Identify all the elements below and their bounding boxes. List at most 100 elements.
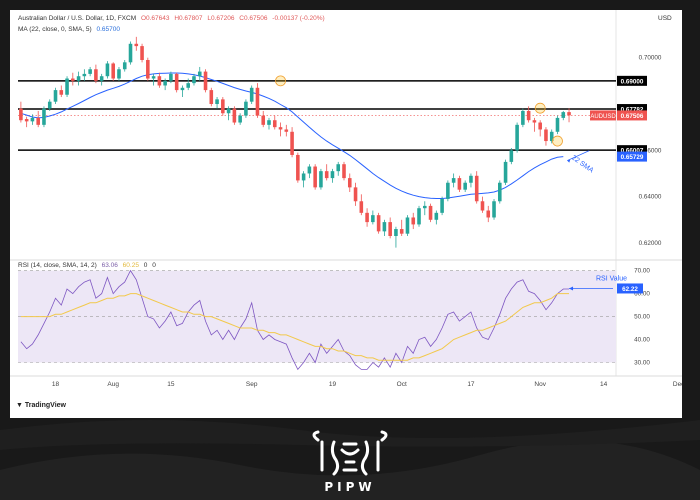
candle-body: [463, 182, 467, 190]
rsi-legend: RSI (14, close, SMA, 14, 2) 63.06 60.25 …: [18, 262, 159, 269]
candle-body: [538, 122, 542, 130]
highlight-circle-2: [552, 135, 563, 147]
candle-body: [94, 69, 98, 81]
candle-body: [174, 73, 179, 91]
price-tick-label-2: 0.64000: [639, 194, 662, 201]
rsi-header-value: 63.06: [101, 262, 118, 269]
candle-body: [330, 171, 335, 179]
candle-body: [492, 201, 496, 218]
candle-body: [296, 154, 300, 181]
candle-body: [319, 171, 323, 188]
candle-body: [203, 71, 208, 91]
candle-body: [24, 119, 29, 122]
x-tick-label-0: 18: [52, 381, 60, 388]
candle-body: [503, 161, 508, 183]
candle-body: [336, 164, 341, 172]
candle-body: [122, 62, 127, 70]
close-value: C0.67506: [239, 15, 268, 22]
candle-body: [111, 63, 115, 79]
candle-body: [261, 115, 266, 125]
candle-body: [324, 171, 329, 179]
candle-body: [428, 205, 433, 220]
rsi-extra-1: 0: [143, 262, 148, 269]
ma-label: MA (22, close, 0, SMA, 5): [18, 26, 92, 33]
rsi-tick-label-2: 50.00: [634, 314, 650, 321]
candle-body: [365, 212, 369, 223]
candle-body: [342, 164, 346, 179]
price-label: 0.67506: [621, 113, 644, 120]
candle-body: [290, 131, 294, 155]
rsi-label: 62.22: [622, 286, 638, 293]
candle-body: [278, 127, 283, 130]
candle-body: [313, 166, 317, 188]
candle-body: [42, 108, 46, 125]
symbol-label: AUDUSD: [590, 114, 616, 120]
candle-body: [36, 117, 40, 125]
candle-body: [157, 76, 162, 86]
candle-body: [301, 173, 306, 181]
candle-body: [434, 212, 439, 220]
candle-body: [526, 110, 531, 121]
candle-body: [47, 101, 52, 109]
highlight-circle-1: [534, 102, 546, 114]
ma-legend: MA (22, close, 0, SMA, 5) 0.65700: [18, 26, 123, 33]
price-tick-label-3: 0.62000: [639, 240, 662, 247]
candle-body: [249, 87, 254, 102]
candle-body: [53, 90, 58, 102]
candle-body: [451, 178, 456, 183]
candle-body: [272, 120, 277, 128]
candle-body: [509, 150, 514, 162]
candle-body: [169, 73, 173, 81]
candle-body: [394, 229, 398, 236]
x-tick-label-3: Sep: [246, 381, 258, 388]
candle-body: [151, 76, 156, 79]
rsi-tick-label-0: 70.00: [634, 268, 650, 275]
tradingview-logo[interactable]: ▼ TradingView: [16, 402, 66, 409]
candle-body: [180, 87, 185, 91]
candle-body: [134, 43, 139, 47]
candle-body: [163, 80, 167, 86]
candle-body: [382, 222, 387, 232]
candle-body: [65, 78, 69, 95]
candle-body: [347, 178, 352, 188]
candle-body: [480, 201, 485, 211]
candle-body: [469, 175, 473, 183]
x-tick-label-9: Dec: [673, 381, 682, 388]
x-tick-label-7: Nov: [534, 381, 546, 388]
candle-body: [411, 217, 416, 225]
candle-body: [532, 120, 537, 123]
candle-body: [238, 115, 242, 123]
candle-body: [417, 208, 421, 225]
candle-body: [192, 76, 196, 84]
candle-body: [255, 87, 260, 116]
candle-body: [30, 117, 35, 122]
bull-icon: [312, 430, 388, 476]
rsi-annotation: RSI Value: [596, 275, 627, 282]
x-tick-label-2: 15: [167, 381, 175, 388]
candle-body: [561, 112, 566, 118]
candle-body: [307, 166, 312, 174]
candle-body: [422, 205, 427, 209]
candle-body: [359, 201, 364, 213]
rsi-tick-label-4: 30.00: [634, 360, 650, 367]
brand-text: PIPW: [324, 480, 376, 494]
x-tick-label-8: 14: [600, 381, 608, 388]
tradingview-logo-text: TradingView: [24, 402, 66, 409]
brand-logo: PIPW: [300, 430, 400, 496]
candle-body: [284, 129, 289, 132]
candle-body: [186, 83, 191, 88]
candle-body: [226, 108, 231, 114]
candle-body: [567, 112, 571, 116]
rsi-tick-label-3: 40.00: [634, 337, 650, 344]
candle-body: [209, 90, 214, 104]
candle-body: [515, 124, 519, 151]
currency-label: USD: [658, 15, 672, 22]
rsi-band: [18, 270, 616, 363]
candle-body: [405, 217, 410, 234]
candle-body: [353, 187, 358, 202]
level-label-0: 0.69000: [621, 78, 644, 85]
tradingview-logo-icon: ▼: [16, 402, 23, 409]
candle-body: [544, 129, 548, 142]
change-value: -0.00137 (-0.20%): [272, 15, 325, 22]
candle-body: [521, 110, 525, 125]
